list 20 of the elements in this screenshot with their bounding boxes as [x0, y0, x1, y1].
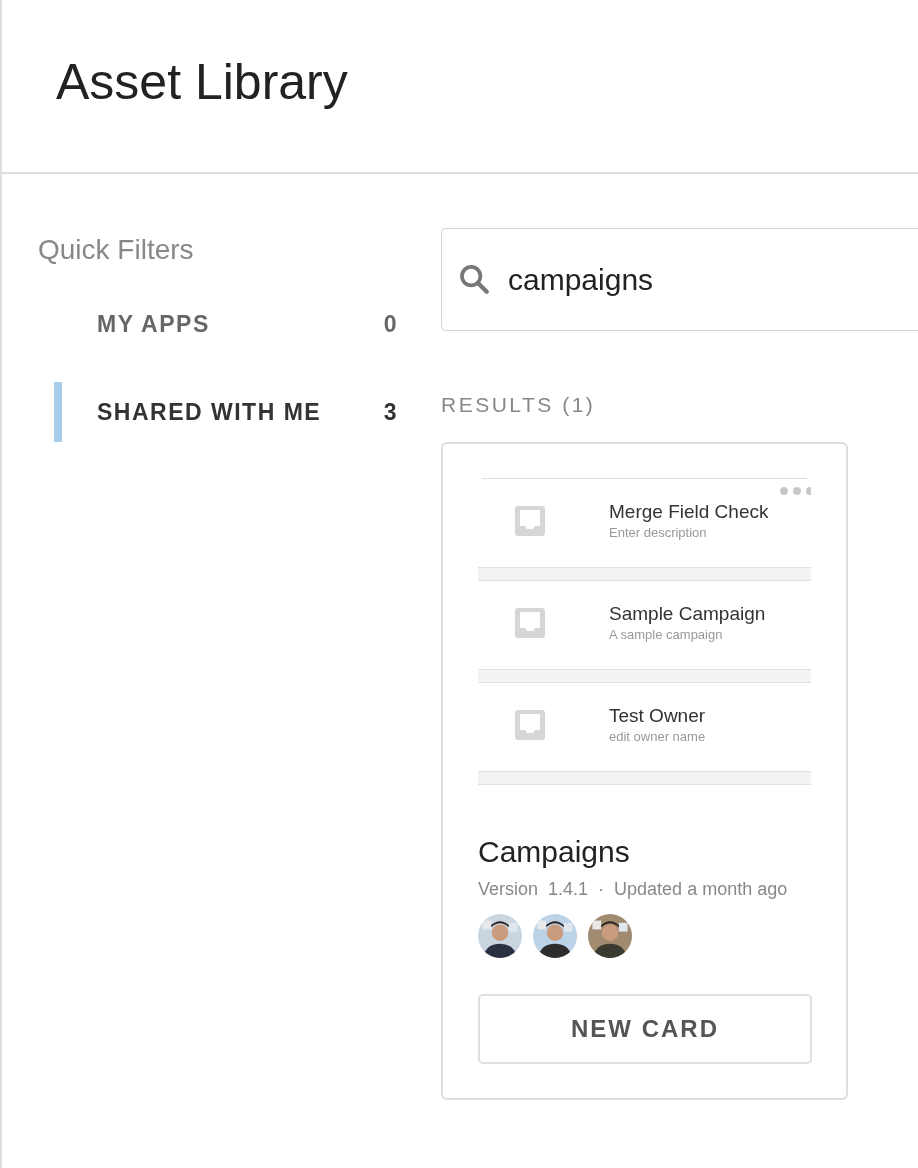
item-title: Test Owner — [609, 705, 706, 727]
item-title: Sample Campaign — [609, 603, 766, 625]
filter-item[interactable]: SHARED WITH ME 3 — [54, 382, 398, 442]
item-description: A sample campaign — [609, 627, 724, 642]
sidebar-heading: Quick Filters — [37, 234, 195, 266]
inbox-icon — [514, 505, 546, 537]
new-card-button[interactable]: NEW CARD — [478, 994, 812, 1064]
filter-item[interactable]: MY APPS 0 — [54, 294, 398, 354]
item-description: Enter description — [609, 525, 708, 540]
search-field[interactable]: campaigns — [441, 228, 918, 331]
results-heading: RESULTS (1) — [441, 393, 597, 417]
card-title: Campaigns — [478, 835, 631, 869]
item-description: edit owner name — [609, 729, 706, 744]
inbox-icon — [514, 607, 546, 639]
app-card[interactable]: Merge Field Check Enter description Sample Campaign A sample campaign Test Owner edit owner name Campaigns Version 1.4.1 · Updated a month ago NEW CARD — [441, 442, 848, 1100]
card-meta: Version 1.4.1 · Updated a month ago — [478, 879, 789, 900]
item-title: Merge Field Check — [609, 501, 769, 523]
more-icon[interactable] — [779, 486, 811, 496]
inbox-icon — [514, 709, 546, 741]
page-title: Asset Library — [56, 53, 348, 112]
